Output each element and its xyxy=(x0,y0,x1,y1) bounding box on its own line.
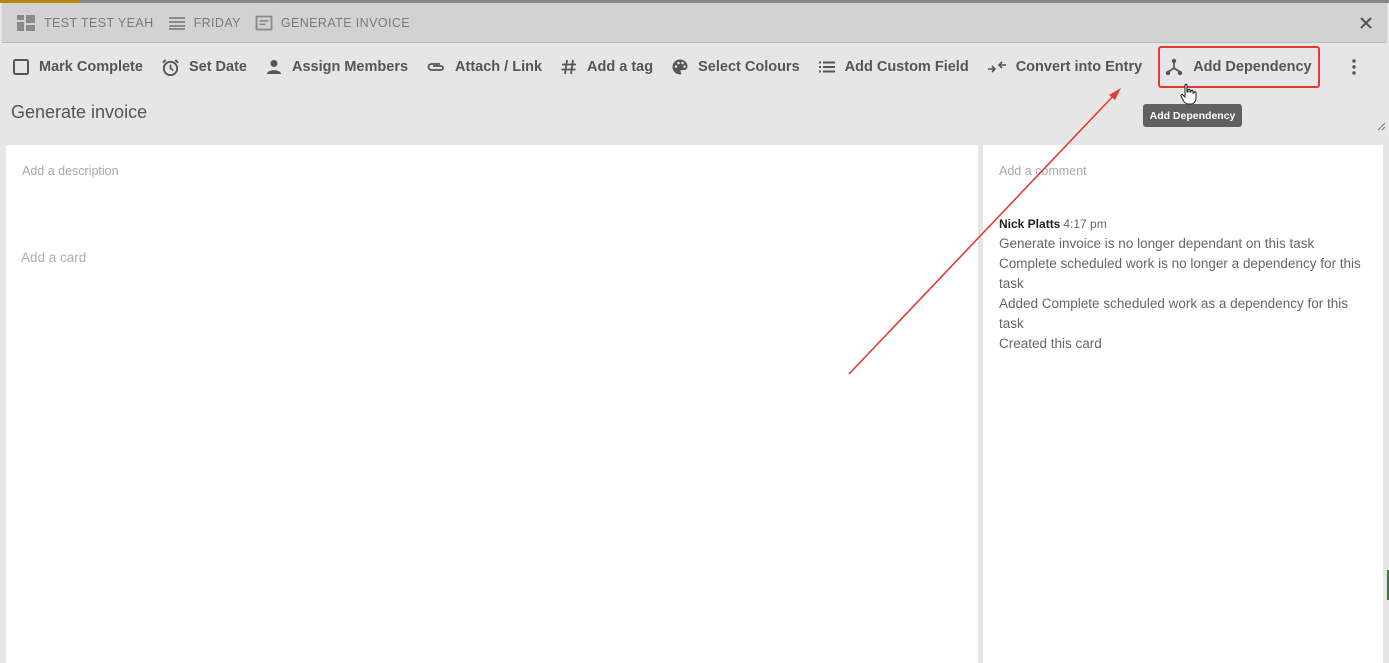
set-date-label: Set Date xyxy=(188,59,247,75)
activity-header: Nick Platts 4:17 pm xyxy=(999,217,1371,231)
breadcrumb-list-label: FRIDAY xyxy=(193,15,241,30)
paperclip-icon xyxy=(427,63,444,71)
add-custom-field-label: Add Custom Field xyxy=(844,59,969,75)
mark-complete-button[interactable]: Mark Complete xyxy=(12,49,143,85)
activity-time: 4:17 pm xyxy=(1063,217,1107,231)
alarm-clock-icon xyxy=(162,58,179,76)
close-icon[interactable] xyxy=(1357,14,1375,32)
select-colours-label: Select Colours xyxy=(698,59,800,75)
assign-members-button[interactable]: Assign Members xyxy=(265,49,408,85)
select-colours-button[interactable]: Select Colours xyxy=(671,49,800,85)
card-title[interactable]: Generate invoice xyxy=(11,102,147,123)
activity-author: Nick Platts xyxy=(999,217,1061,231)
card-icon xyxy=(255,15,273,30)
activity-line: Added Complete scheduled work as a depen… xyxy=(999,296,1348,331)
resize-handle-icon[interactable] xyxy=(1376,121,1386,131)
hashtag-icon xyxy=(561,59,577,75)
activity-line: Created this card xyxy=(999,336,1102,351)
palette-icon xyxy=(672,59,688,75)
breadcrumb-board[interactable]: TEST TEST YEAH xyxy=(16,14,154,32)
attach-link-label: Attach / Link xyxy=(455,59,543,75)
list-icon xyxy=(168,16,185,30)
assign-members-label: Assign Members xyxy=(291,59,409,75)
add-tag-button[interactable]: Add a tag xyxy=(560,49,653,85)
activity-feed: Nick Platts 4:17 pm Generate invoice is n… xyxy=(999,217,1371,354)
breadcrumb-list[interactable]: FRIDAY xyxy=(168,16,241,30)
add-tag-label: Add a tag xyxy=(587,59,654,75)
breadcrumb: TEST TEST YEAH FRIDAY GENERATE INVOICE xyxy=(2,3,1387,43)
comment-input[interactable]: Add a comment xyxy=(999,164,1087,178)
add-dependency-tooltip: Add Dependency xyxy=(1143,104,1242,127)
card-toolbar: Mark Complete Set Date Assign Members At… xyxy=(2,44,1387,90)
add-card-input[interactable]: Add a card xyxy=(21,250,86,265)
activity-line: Generate invoice is no longer dependant … xyxy=(999,236,1315,251)
description-panel: Add a description Add a card xyxy=(6,145,978,663)
add-dependency-label: Add Dependency xyxy=(1193,59,1312,75)
convert-entry-label: Convert into Entry xyxy=(1015,59,1143,75)
more-options-button[interactable] xyxy=(1344,52,1364,82)
comment-panel: Add a comment Nick Platts 4:17 pm Generat… xyxy=(983,145,1383,663)
person-icon xyxy=(266,60,281,74)
attach-link-button[interactable]: Attach / Link xyxy=(426,49,542,85)
add-custom-field-button[interactable]: Add Custom Field xyxy=(818,49,969,85)
list-bullets-icon xyxy=(818,61,835,73)
more-vert-icon xyxy=(1351,59,1356,75)
breadcrumb-card-label: GENERATE INVOICE xyxy=(280,15,410,30)
convert-arrows-icon xyxy=(987,61,1006,73)
description-input[interactable]: Add a description xyxy=(22,164,119,178)
convert-entry-button[interactable]: Convert into Entry xyxy=(987,49,1142,85)
breadcrumb-card[interactable]: GENERATE INVOICE xyxy=(255,15,410,31)
dependency-icon xyxy=(1165,58,1183,76)
add-dependency-button[interactable]: Add Dependency xyxy=(1158,46,1320,88)
activity-line: Complete scheduled work is no longer a d… xyxy=(999,256,1361,291)
mark-complete-label: Mark Complete xyxy=(39,59,143,75)
set-date-button[interactable]: Set Date xyxy=(161,49,247,85)
board-icon xyxy=(17,14,35,31)
breadcrumb-board-label: TEST TEST YEAH xyxy=(44,15,154,30)
checkbox-icon xyxy=(13,59,29,75)
